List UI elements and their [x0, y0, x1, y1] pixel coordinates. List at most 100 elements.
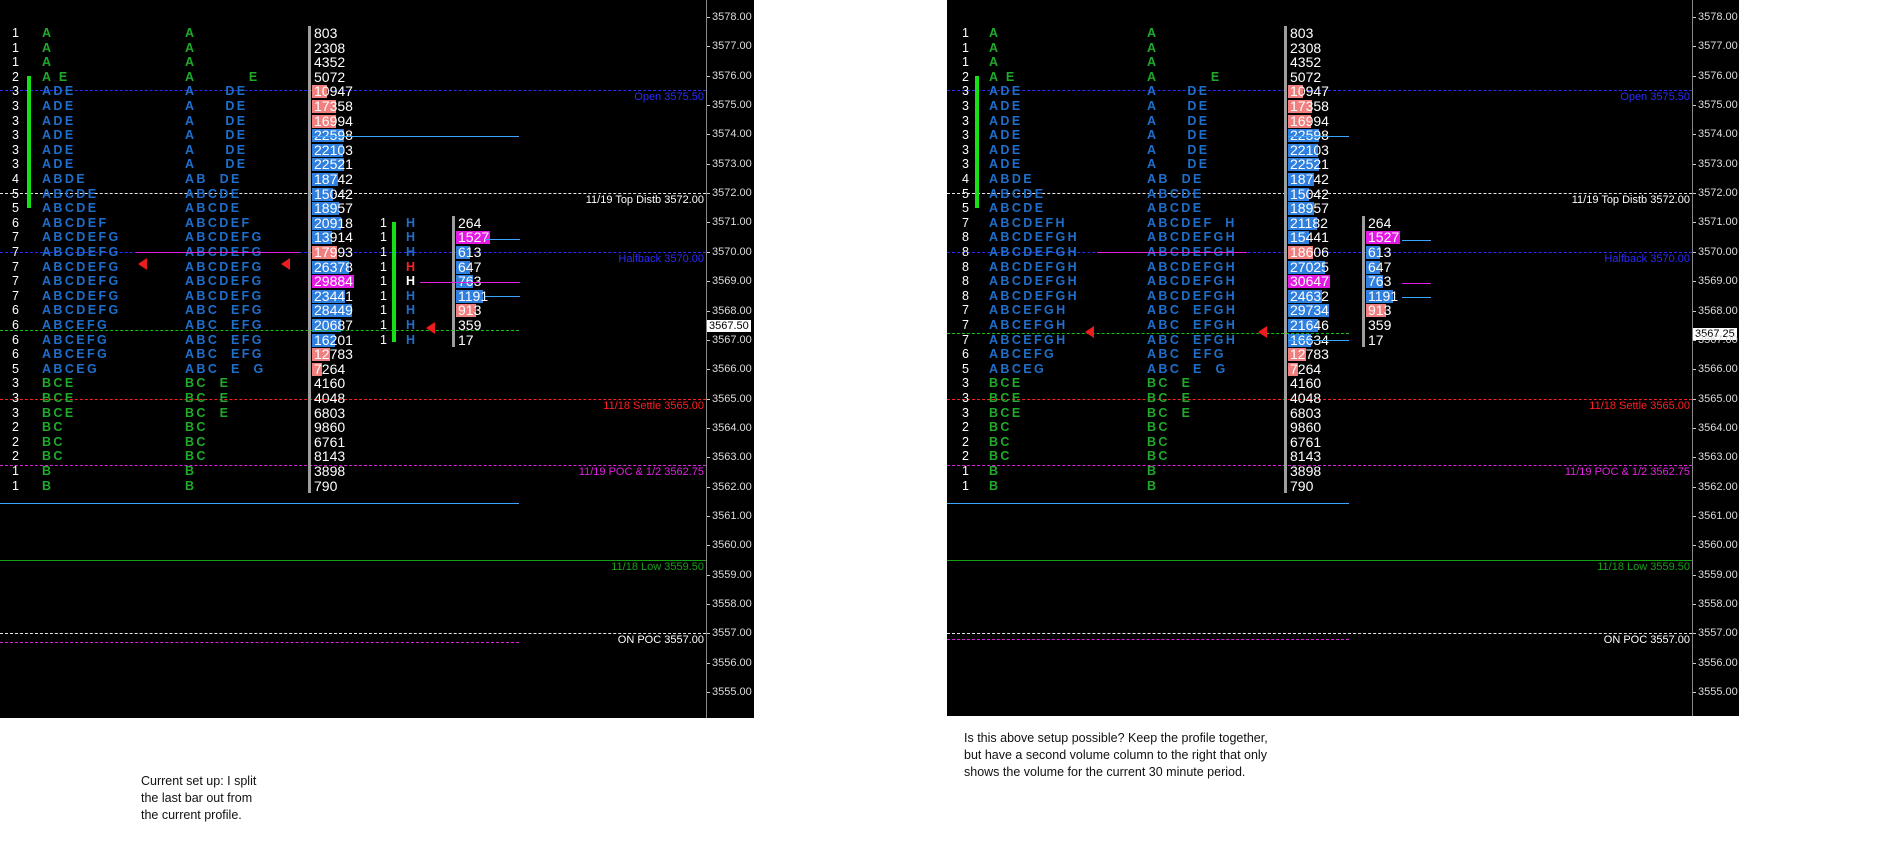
axis-tick-label: 3571.00: [1698, 216, 1738, 229]
axis-tick-label: 3564.00: [712, 421, 752, 434]
tpo-letters-split: A: [1147, 26, 1159, 40]
tpo-letters-split: B: [185, 464, 197, 478]
tpo-count: 2: [962, 449, 969, 464]
tpo-count: 6: [12, 332, 19, 347]
volume-value: 24632: [1290, 287, 1329, 304]
volume-value: 17358: [314, 98, 353, 114]
range-low-line: [0, 503, 519, 504]
tpo-letters-split: ABCDEFG: [185, 274, 264, 289]
tpo-letters-split: A DE: [1147, 99, 1210, 113]
tpo-letters-split: A DE: [1147, 128, 1210, 143]
volume-value: 18957: [1290, 200, 1329, 217]
axis-tick: [707, 633, 710, 635]
axis-tick: [1693, 515, 1696, 517]
axis-tick-label: 3578.00: [1698, 11, 1738, 23]
volume-value: 2308: [314, 39, 346, 56]
axis-tick: [1693, 281, 1696, 283]
axis-tick: [1693, 310, 1696, 312]
tpo-letters: ABCDEFG: [42, 259, 121, 274]
axis-tick-label: 3557.00: [712, 627, 752, 640]
tpo-letters-split: ABC EFGH: [1147, 303, 1238, 318]
axis-tick-label: 3565.00: [1698, 392, 1738, 405]
tpo-letters-split: A: [185, 26, 197, 40]
tpo-letters-split: ABCDEF: [185, 215, 252, 230]
axis-tick: [1693, 75, 1696, 77]
volume-value: 17358: [1290, 98, 1329, 114]
current-price-arrow: [1085, 326, 1094, 338]
tpo-count: 8: [962, 274, 969, 289]
tpo-count: 3: [962, 128, 969, 143]
halfback-highlight-line: [136, 252, 300, 253]
axis-tick-label: 3560.00: [1698, 539, 1738, 552]
volume-value: 9860: [314, 419, 346, 436]
tpo-count: 3: [962, 142, 969, 157]
level-line-on-poc: [0, 633, 706, 635]
tpo-count: 1: [962, 40, 969, 55]
level-line-low: [0, 559, 706, 561]
tpo-count: 4: [962, 172, 969, 186]
split-level-line: [1402, 297, 1431, 298]
axis-tick-label: 3576.00: [712, 69, 752, 82]
axis-tick: [707, 662, 710, 664]
axis-tick: [707, 515, 710, 517]
tpo-letters-split: BC E: [1147, 391, 1193, 405]
tpo-letters-split: BC: [185, 420, 208, 435]
tpo-letters: BCE: [42, 376, 76, 391]
level-label-halfback: Halfback 3570.00: [618, 252, 704, 265]
axis-tick: [707, 369, 710, 371]
axis-tick: [1693, 662, 1696, 664]
tpo-count: 3: [12, 128, 19, 143]
tpo-letters: ADE: [989, 157, 1023, 172]
volume-value: 21182: [1290, 214, 1328, 231]
axis-tick: [707, 310, 710, 312]
volume-value: 15042: [1290, 185, 1329, 202]
tpo-letters-split: A DE: [185, 142, 248, 157]
tpo-letters: B: [989, 478, 1001, 493]
tpo-letters-split: ABC E G: [1147, 361, 1228, 376]
tpo-letters: BC: [42, 434, 65, 449]
tpo-letters: ABDE: [989, 172, 1035, 186]
axis-tick-label: 3577.00: [712, 40, 752, 53]
axis-tick: [1693, 633, 1696, 635]
axis-tick-label: 3569.00: [1698, 275, 1738, 288]
on-poc-highlight-line: [947, 639, 1349, 640]
tpo-count: 6: [962, 347, 969, 362]
tpo-letters: ADE: [42, 157, 76, 172]
volume-value: 21646: [1290, 317, 1329, 333]
tpo-letters-split: A DE: [1147, 84, 1210, 99]
tpo-count: 3: [12, 391, 19, 405]
axis-tick: [1693, 105, 1696, 107]
split-tpo-letter: H: [406, 230, 418, 245]
volume-value: 803: [314, 25, 338, 41]
current-price-line: [0, 330, 519, 331]
split-volume-value: 763: [1368, 273, 1392, 290]
split-volume-value: 1191: [458, 287, 489, 304]
axis-tick: [707, 545, 710, 547]
axis-tick-label: 3568.00: [1698, 304, 1738, 317]
tpo-letters: BC: [42, 420, 65, 435]
split-tpo-count: 1: [380, 230, 387, 245]
volume-value: 20918: [314, 214, 353, 231]
tpo-letters-split: BC: [185, 449, 208, 464]
tpo-letters-split: ABC EFGH: [1147, 332, 1238, 347]
axis-tick: [707, 134, 710, 136]
volume-separator: [1284, 26, 1287, 494]
tpo-count: 3: [12, 142, 19, 157]
tpo-letters: ADE: [42, 128, 76, 143]
left-price-axis: 3578.00 3577.00 3576.00 3575.00 3574.00 3573.…: [706, 0, 752, 718]
axis-tick-label: 3570.00: [712, 245, 752, 258]
tpo-letters-split: ABCDE: [185, 201, 242, 216]
tpo-letters: ADE: [989, 142, 1023, 157]
axis-tick-label: 3558.00: [1698, 598, 1738, 610]
volume-value: 16201: [314, 331, 353, 348]
tpo-letters-split: ABCDEFGH: [1147, 288, 1238, 303]
tpo-letters-split: ABC EFG: [185, 347, 264, 362]
volume-value: 4352: [1290, 54, 1322, 71]
volume-value: 803: [1290, 25, 1314, 41]
volume-value: 27025: [1290, 258, 1329, 275]
tpo-letters: ABCDE: [989, 201, 1046, 216]
axis-tick-label: 3556.00: [712, 656, 752, 669]
tpo-letters: ABCDEFH: [989, 215, 1067, 230]
tpo-letters-split: A DE: [1147, 142, 1210, 157]
tpo-letters: B: [989, 464, 1001, 478]
